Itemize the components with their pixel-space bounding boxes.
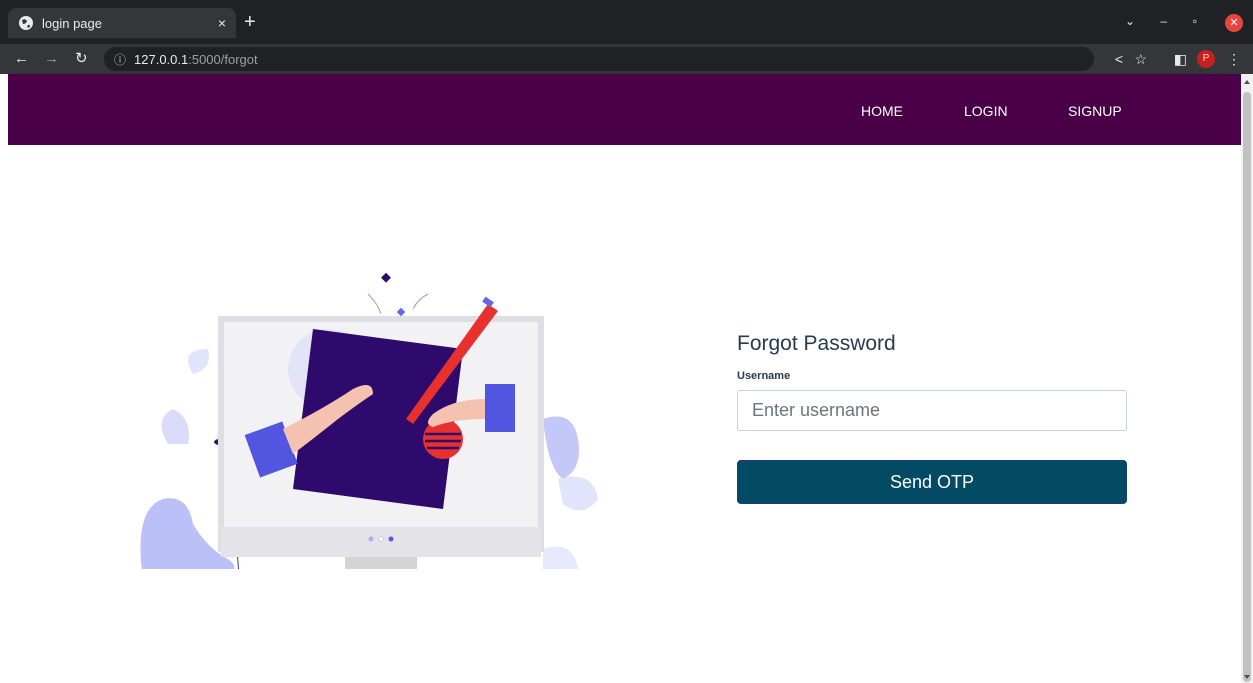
forgot-password-form: Forgot Password Username Send OTP [737, 332, 1127, 504]
forward-icon[interactable]: → [44, 49, 59, 69]
minimize-icon[interactable]: – [1160, 14, 1167, 28]
scroll-thumb[interactable] [1243, 92, 1251, 682]
menu-kebab-icon[interactable]: ⋮ [1227, 50, 1241, 68]
scroll-up-arrow-icon[interactable] [1244, 80, 1250, 84]
window-close-icon[interactable]: ✕ [1225, 14, 1243, 32]
send-otp-button[interactable]: Send OTP [737, 460, 1127, 504]
back-icon[interactable]: ← [14, 49, 29, 69]
share-icon[interactable]: < [1115, 50, 1123, 68]
address-bar[interactable]: ⓘ 127.0.0.1:5000/forgot [104, 47, 1094, 71]
form-title: Forgot Password [737, 332, 896, 355]
tab-close-icon[interactable]: × [218, 15, 226, 31]
browser-tab[interactable]: login page × [8, 8, 236, 38]
profile-avatar[interactable]: P [1197, 50, 1215, 68]
globe-icon [19, 16, 33, 30]
page-scrollbar[interactable] [1241, 74, 1253, 683]
site-navbar: HOME LOGIN SIGNUP [8, 74, 1241, 145]
username-label: Username [737, 370, 791, 382]
reload-icon[interactable]: ↻ [75, 49, 88, 69]
browser-toolbar: ← → ↻ ⓘ 127.0.0.1:5000/forgot < ☆ ◧ P ⋮ [0, 44, 1253, 74]
nav-home-link[interactable]: HOME [861, 103, 903, 119]
restore-icon[interactable]: ▫ [1193, 14, 1197, 28]
writing-illustration [140, 272, 598, 569]
tab-title: login page [42, 15, 102, 31]
nav-signup-link[interactable]: SIGNUP [1068, 103, 1122, 119]
url-host: 127.0.0.1 [134, 51, 189, 67]
scroll-down-arrow-icon[interactable] [1244, 675, 1250, 679]
site-info-icon[interactable]: ⓘ [114, 51, 126, 68]
page-viewport: HOME LOGIN SIGNUP Forgot Password Userna… [8, 74, 1241, 683]
tab-search-icon[interactable]: ⌄ [1125, 14, 1135, 28]
new-tab-button[interactable]: + [244, 12, 256, 32]
nav-login-link[interactable]: LOGIN [964, 103, 1008, 119]
url-path: :5000/forgot [188, 51, 258, 67]
side-panel-icon[interactable]: ◧ [1174, 50, 1187, 68]
browser-titlebar: login page × + ⌄ – ▫ ✕ [0, 0, 1253, 44]
username-input[interactable] [737, 390, 1127, 431]
bookmark-star-icon[interactable]: ☆ [1134, 50, 1147, 68]
